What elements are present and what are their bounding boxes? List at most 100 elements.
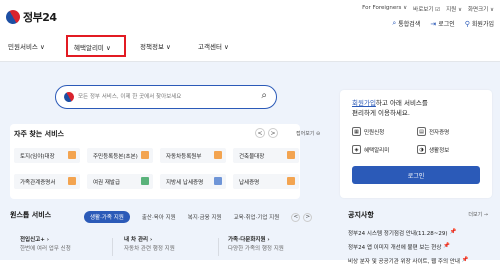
service-tile[interactable]: 주민등록등본(초본) xyxy=(87,148,153,163)
e-certificate-label: 전자증명 xyxy=(429,129,450,136)
login-link[interactable]: ⇥ 로그인 xyxy=(430,19,455,29)
notice-title: 공지사항 xyxy=(348,211,374,219)
utility-menu: For Foreigners ∨ 바로보기 ☑ 지원 ∨ 화면크기 ∨ xyxy=(362,5,494,13)
onestop-item-title: 가족·다문화지원 › xyxy=(228,237,270,243)
service-tile-label: 건축물대장 xyxy=(239,154,265,160)
service-tile-label: 지방세 납세증명 xyxy=(166,180,204,186)
service-tile-label: 가족관계증명서 xyxy=(20,180,56,186)
benefit-alarm-label: 혜택알리미 xyxy=(364,147,390,154)
pin-icon: 📌 xyxy=(461,257,469,263)
member-menu: ⌕ 통합검색 ⇥ 로그인 ⚲ 회원가입 xyxy=(392,19,494,28)
user-icon: ⚲ xyxy=(464,19,470,28)
onestop-tabs: 생활·가족 지원 출산·육아 지원 복지·금융 지원 교육·취업·기업 지원 <… xyxy=(84,211,313,223)
onestop-carousel-controls: < > xyxy=(291,212,313,222)
notice-item[interactable]: 정부24 시스템 정기점검 안내(11.28~29) 📌 xyxy=(348,229,456,237)
view-link[interactable]: 바로보기 ☑ xyxy=(413,5,440,13)
service-tile[interactable]: 자동차등록원부 xyxy=(160,148,226,163)
certificate-icon: ▤ xyxy=(417,127,426,136)
pin-icon: 📌 xyxy=(449,229,457,235)
prev-arrow-icon[interactable]: < xyxy=(291,212,301,222)
search-bar: ⌕ xyxy=(55,85,277,109)
taegeuk-icon xyxy=(62,90,76,104)
login-panel: 회원가입하고 아래 서비스를 편리하게 이용하세요. ▦ 민원신청 ▤ 전자증명… xyxy=(340,90,492,198)
logo-text: 정부24 xyxy=(23,11,57,24)
tab-birth-childcare[interactable]: 출산·육아 지원 xyxy=(142,213,176,221)
login-message: 회원가입하고 아래 서비스를 편리하게 이용하세요. xyxy=(352,98,428,118)
document-icon xyxy=(141,151,149,159)
notice-item[interactable]: 정부24 앱 이미지 개선에 불편 보는 현상 📌 xyxy=(348,243,450,251)
gov24-logo[interactable]: 정부24 xyxy=(3,7,57,27)
notice-more-link[interactable]: 더보기 → xyxy=(468,211,488,218)
document-icon xyxy=(287,151,295,159)
screen-size-menu[interactable]: 화면크기 ∨ xyxy=(468,5,494,13)
nav-benefit-alarm: 혜택알리미 ∨ xyxy=(74,44,111,52)
login-quick-links: ▦ 민원신청 ▤ 전자증명 ◈ 혜택알리미 ◑ 생활정보 xyxy=(352,127,482,154)
search-icon: ⌕ xyxy=(392,19,397,27)
login-message-line2: 편리하게 이용하세요. xyxy=(352,109,410,117)
integrated-search-link[interactable]: ⌕ 통합검색 xyxy=(392,19,420,28)
onestop-item[interactable]: 전입신고+ › 한번에 여러 업무 신청 xyxy=(20,236,71,254)
tab-life-family[interactable]: 생활·가족 지원 xyxy=(84,211,130,223)
onestop-item-desc: 자동차 관련 행정 지원 xyxy=(124,246,175,252)
service-tile[interactable]: 여권 재발급 xyxy=(87,174,153,189)
login-message-line1: 하고 아래 서비스를 xyxy=(375,99,428,107)
for-foreigners-link[interactable]: For Foreigners ∨ xyxy=(362,5,407,13)
next-arrow-icon[interactable]: > xyxy=(268,128,278,138)
nav-policy-info[interactable]: 정책정보 ∨ xyxy=(140,41,171,51)
onestop-item-desc: 다양한 가족의 행정 지원 xyxy=(228,246,284,252)
document-icon xyxy=(287,177,295,185)
document-icon xyxy=(68,177,76,185)
service-tile[interactable]: 건축물대장 xyxy=(233,148,299,163)
nav-civil-service[interactable]: 민원서비스 ∨ xyxy=(8,41,45,51)
tab-welfare-finance[interactable]: 복지·금융 지원 xyxy=(188,213,222,221)
benefit-alarm-link[interactable]: ◈ 혜택알리미 xyxy=(352,145,417,154)
service-tile-label: 자동차등록원부 xyxy=(166,154,202,160)
divider xyxy=(112,238,113,256)
collapse-link[interactable]: 접어보기 ⊖ xyxy=(296,130,320,137)
frequent-services: 자주 찾는 서비스 < > 접어보기 ⊖ 토지(임야)대장 주민등록등본(초본)… xyxy=(10,124,320,199)
signup-link[interactable]: ⚲ 회원가입 xyxy=(464,19,494,29)
document-icon xyxy=(214,151,222,159)
document-icon xyxy=(214,177,222,185)
service-tile[interactable]: 토지(임야)대장 xyxy=(14,148,80,163)
notice-item-text: 비상 분자 및 공공기관 위장 사이트, 웹 주의 안내 xyxy=(348,259,460,265)
nav-benefit-alarm-highlighted[interactable]: 혜택알리미 ∨ xyxy=(66,35,126,57)
divider xyxy=(218,238,219,256)
tab-education-employment[interactable]: 교육·취업·기업 지원 xyxy=(234,213,280,221)
onestop-item[interactable]: 내 차 관리 › 자동차 관련 행정 지원 xyxy=(124,236,175,254)
nav-customer-center[interactable]: 고객센터 ∨ xyxy=(198,41,229,51)
service-tile-label: 토지(임야)대장 xyxy=(20,154,55,160)
life-info-label: 생활정보 xyxy=(429,147,450,154)
login-icon: ⇥ xyxy=(430,19,437,28)
civil-application-link[interactable]: ▦ 민원신청 xyxy=(352,127,417,136)
notice-item-text: 정부24 앱 이미지 개선에 불편 보는 현상 xyxy=(348,245,442,251)
header: 정부24 For Foreigners ∨ 바로보기 ☑ 지원 ∨ 화면크기 ∨… xyxy=(0,0,500,32)
frequent-services-title: 자주 찾는 서비스 xyxy=(14,130,64,138)
login-button[interactable]: 로그인 xyxy=(352,166,480,184)
life-info-link[interactable]: ◑ 생활정보 xyxy=(417,145,482,154)
support-menu[interactable]: 지원 ∨ xyxy=(446,5,462,13)
page: 정부24 For Foreigners ∨ 바로보기 ☑ 지원 ∨ 화면크기 ∨… xyxy=(0,0,500,277)
document-icon xyxy=(68,151,76,159)
e-certificate-link[interactable]: ▤ 전자증명 xyxy=(417,127,482,136)
onestop-item-title: 전입신고+ › xyxy=(20,237,50,243)
taegeuk-logo-icon xyxy=(3,7,23,27)
notice-item-text: 정부24 시스템 정기점검 안내(11.28~29) xyxy=(348,231,448,237)
service-tile[interactable]: 가족관계증명서 xyxy=(14,174,80,189)
notice-item[interactable]: 비상 분자 및 공공기관 위장 사이트, 웹 주의 안내 📌 xyxy=(348,257,469,265)
notice-panel: 공지사항 더보기 → 정부24 시스템 정기점검 안내(11.28~29) 📌 … xyxy=(340,206,492,276)
frequent-carousel-controls: < > xyxy=(255,128,278,138)
search-icon[interactable]: ⌕ xyxy=(261,90,267,101)
login-label: 로그인 xyxy=(438,21,455,28)
service-tile-label: 주민등록등본(초본) xyxy=(93,154,138,160)
search-input[interactable] xyxy=(78,90,248,104)
bell-icon: ◈ xyxy=(352,145,361,154)
service-tile[interactable]: 지방세 납세증명 xyxy=(160,174,226,189)
onestop-item[interactable]: 가족·다문화지원 › 다양한 가족의 행정 지원 xyxy=(228,236,284,254)
info-icon: ◑ xyxy=(417,145,426,154)
next-arrow-icon[interactable]: > xyxy=(303,212,313,222)
prev-arrow-icon[interactable]: < xyxy=(255,128,265,138)
onestop-item-title: 내 차 관리 › xyxy=(124,237,153,243)
service-tile[interactable]: 납세증명 xyxy=(233,174,299,189)
signup-inline-link[interactable]: 회원가입 xyxy=(352,99,376,107)
